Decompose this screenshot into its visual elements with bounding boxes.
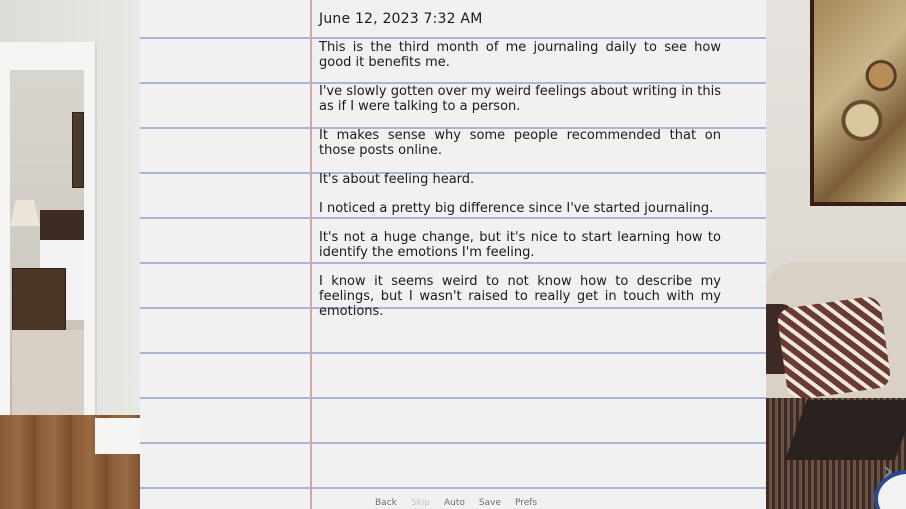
placemat xyxy=(785,400,906,460)
entry-paragraph: This is the third month of me journaling… xyxy=(319,40,721,70)
background-room-right xyxy=(766,0,906,509)
entry-paragraph: I noticed a pretty big difference since … xyxy=(319,201,714,216)
baseboard xyxy=(95,418,140,454)
skip-button[interactable]: Skip xyxy=(411,498,430,509)
prefs-button[interactable]: Prefs xyxy=(515,498,537,509)
journal-entry: June 12, 2023 7:32 AM This is the third … xyxy=(319,10,721,333)
bedroom-nightstand xyxy=(12,268,66,336)
entry-paragraph: It's not a huge change, but it's nice to… xyxy=(319,230,721,260)
chevron-right-icon[interactable]: › xyxy=(878,456,898,486)
entry-paragraph: It makes sense why some people recommend… xyxy=(319,128,721,158)
patterned-pillow xyxy=(776,295,892,401)
save-button[interactable]: Save xyxy=(479,498,501,509)
entry-paragraph: I know it seems weird to not know how to… xyxy=(319,274,721,319)
entry-date: June 12, 2023 7:32 AM xyxy=(319,11,483,27)
journal-page: June 12, 2023 7:32 AM This is the third … xyxy=(140,0,766,509)
entry-paragraph: It's about feeling heard. xyxy=(319,172,475,187)
wall-painting xyxy=(810,0,906,206)
quick-menu: Back Skip Auto Save Prefs xyxy=(375,498,537,509)
bedroom-wall-art xyxy=(72,112,84,188)
background-room-left xyxy=(0,0,140,509)
auto-button[interactable]: Auto xyxy=(444,498,465,509)
margin-line xyxy=(310,0,312,509)
back-button[interactable]: Back xyxy=(375,498,397,509)
entry-paragraph: I've slowly gotten over my weird feeling… xyxy=(319,84,721,114)
